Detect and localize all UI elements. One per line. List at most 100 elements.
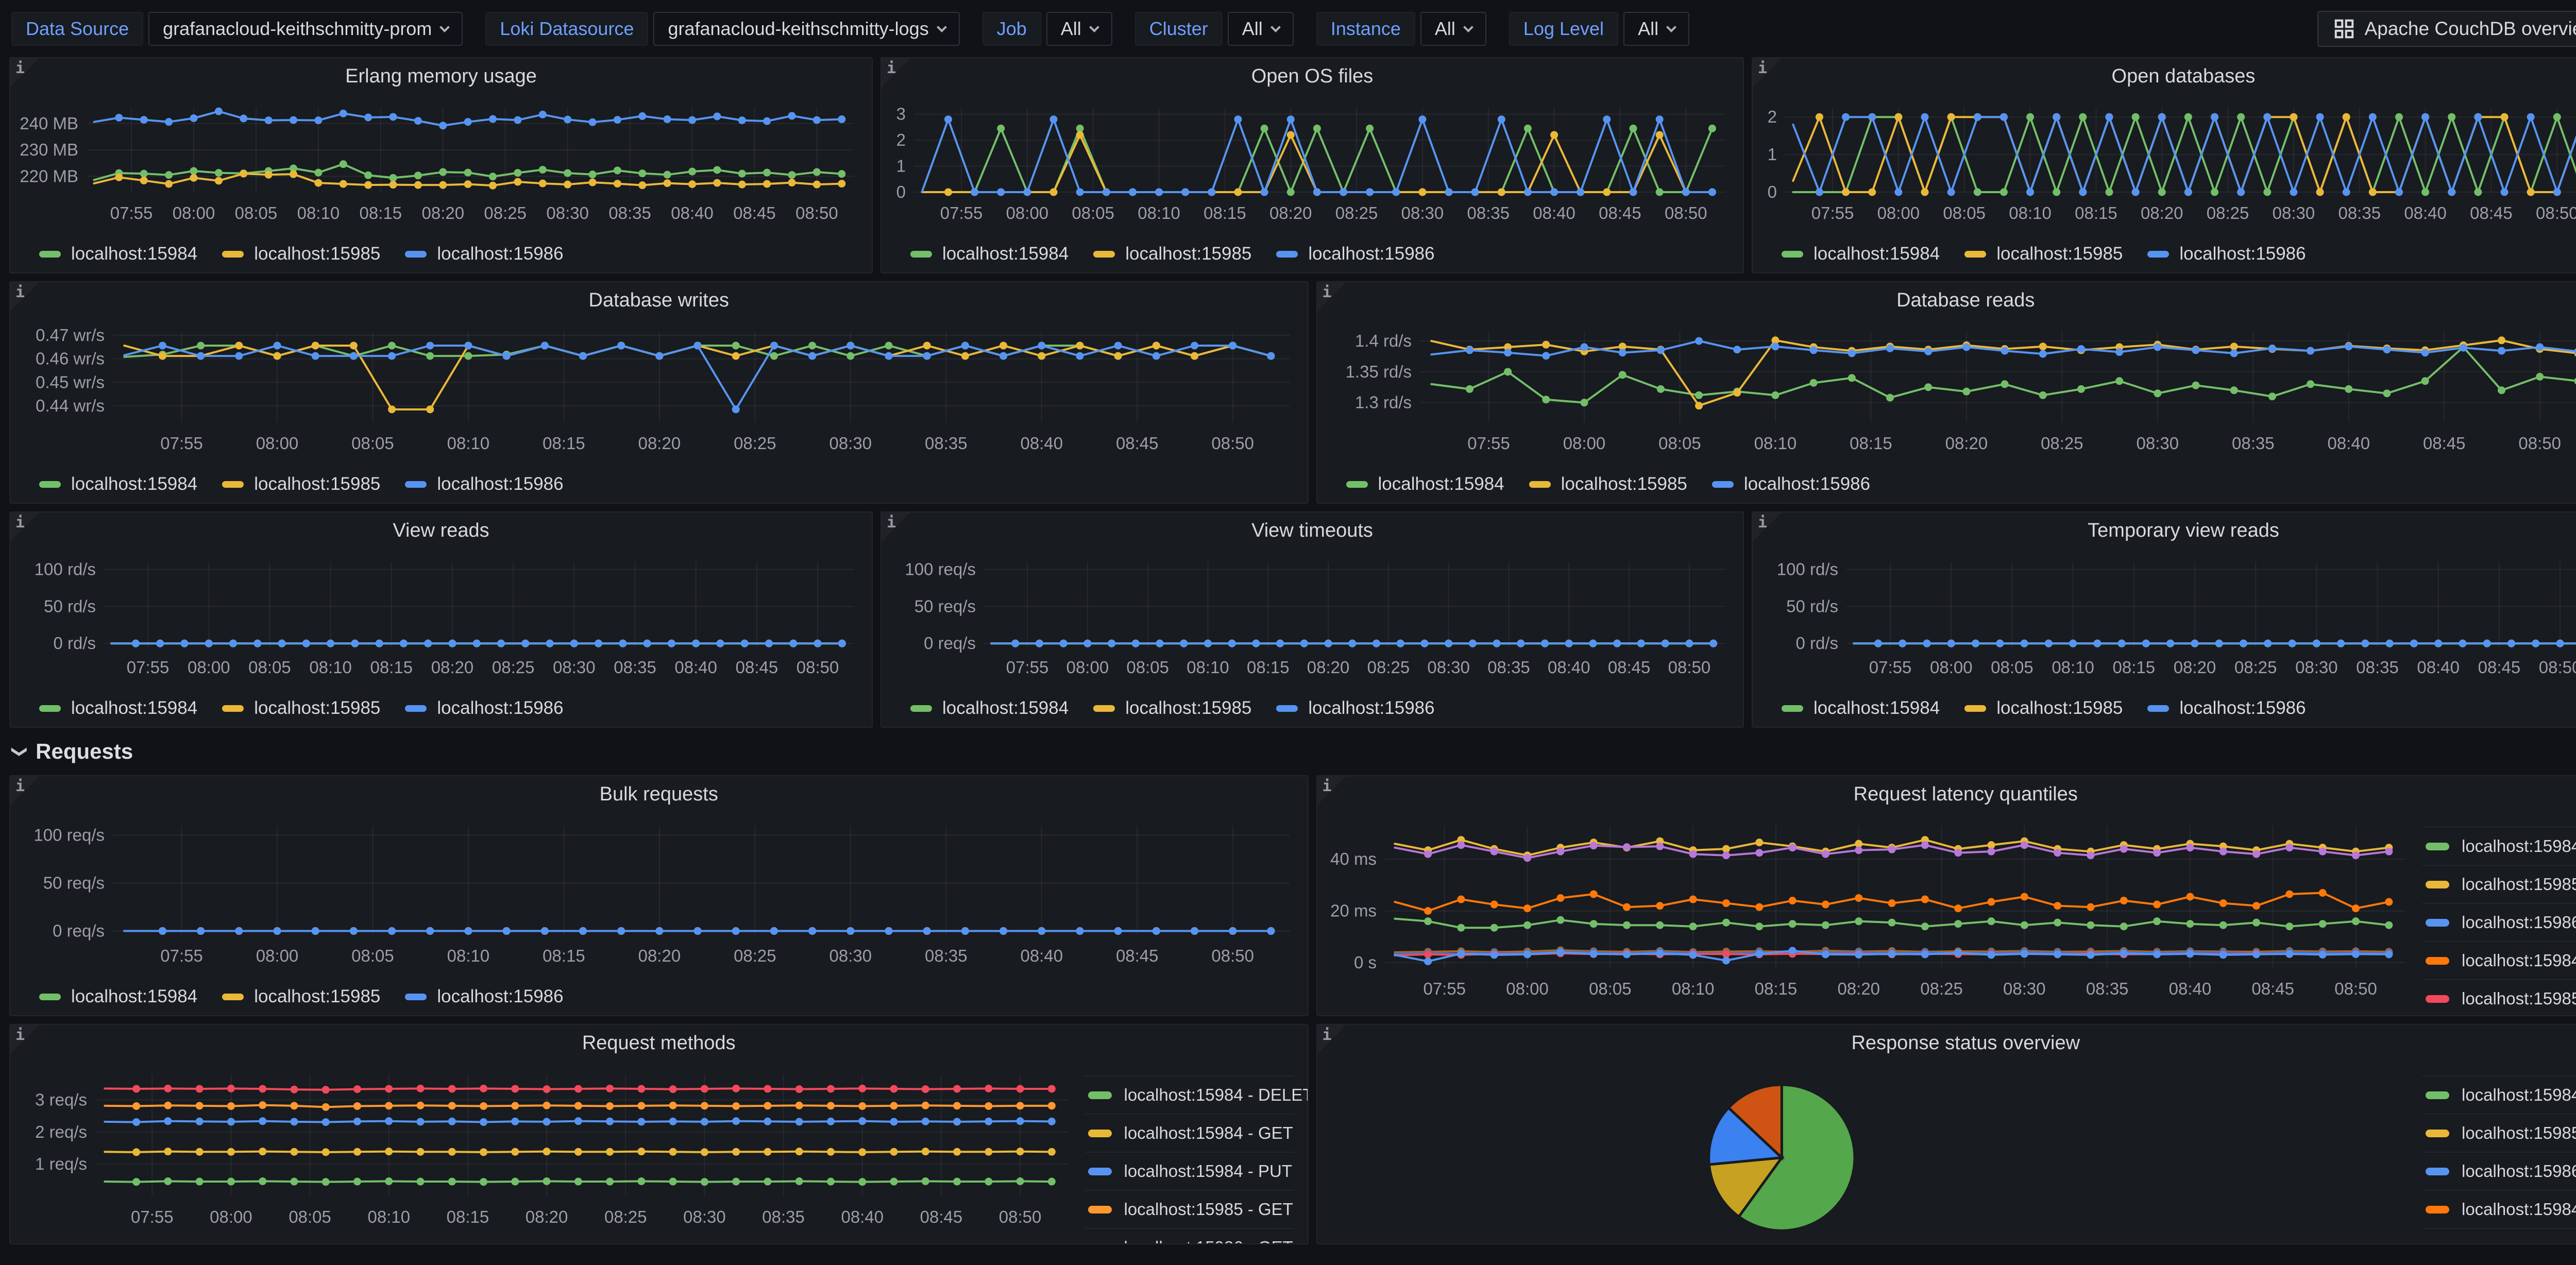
status-canvas [1317,1061,2423,1243]
request-methods-chart[interactable]: 07:5508:0008:0508:1008:1508:2008:2508:30… [10,1061,1085,1243]
legend-item[interactable]: localhost:15986 - p50 [2422,903,2576,941]
panel-title[interactable]: Request latency quantiles [1317,776,2576,812]
legend-item[interactable]: localhost:15984 - p75 [2422,941,2576,979]
legend-item[interactable]: localhost:15984 [39,986,197,1007]
database-writes-chart[interactable]: 07:5508:0008:0508:1008:1508:2008:2508:30… [10,318,1308,470]
svg-text:08:25: 08:25 [2041,434,2083,453]
legend-item[interactable]: localhost:15985 [1093,244,1251,264]
legend-item[interactable]: localhost:15984 [1782,244,1940,264]
legend-item[interactable]: localhost:15986 - 2xx [2422,1152,2576,1190]
info-icon[interactable]: i [10,1025,39,1054]
legend-item[interactable]: localhost:15986 [1712,474,1870,494]
panel-title[interactable]: Response status overview [1317,1025,2576,1061]
legend-item[interactable]: localhost:15985 [1529,474,1687,494]
info-icon[interactable]: i [1317,1025,1346,1054]
svg-text:08:00: 08:00 [1066,658,1109,677]
legend-item[interactable]: localhost:15984 [39,474,197,494]
job-select[interactable]: All [1046,12,1112,46]
legend-item[interactable]: localhost:15985 [1964,698,2123,719]
panel-title[interactable]: Erlang memory usage [10,58,872,94]
legend-item[interactable]: localhost:15986 [405,986,563,1007]
svg-text:07:55: 07:55 [160,946,203,965]
legend-item[interactable]: localhost:15986 [1276,244,1434,264]
legend-item[interactable]: localhost:15984 [910,244,1069,264]
panel-title[interactable]: Open databases [1753,58,2576,94]
legend-item[interactable]: localhost:15985 [1964,244,2123,264]
legend-item[interactable]: localhost:15985 [222,986,380,1007]
legend-item[interactable]: localhost:15985 [222,244,380,264]
open-os-files-chart[interactable]: 07:5508:0008:0508:1008:1508:2008:2508:30… [882,94,1743,240]
legend-item[interactable]: localhost:15984 - p50 [2422,827,2576,865]
panel-title[interactable]: View reads [10,512,872,549]
legend-item[interactable]: localhost:15984 [1782,698,1940,719]
info-icon[interactable]: i [1753,512,1782,541]
legend: localhost:15984 localhost:15985 localhost:… [1753,694,2576,727]
info-icon[interactable]: i [10,282,39,311]
legend-item[interactable]: localhost:15984 - 2xx [2422,1075,2576,1114]
legend-item[interactable]: localhost:15985 - 2xx [2422,1114,2576,1152]
legend-item[interactable]: localhost:15984 - GET [1085,1114,1294,1152]
info-icon[interactable]: i [882,58,910,87]
panel-title[interactable]: Bulk requests [10,776,1308,812]
legend-item[interactable]: localhost:15985 [1093,698,1251,719]
svg-text:08:30: 08:30 [553,658,596,677]
erlang-memory-chart[interactable]: 07:5508:0008:0508:1008:1508:2008:2508:30… [10,94,872,240]
legend-item[interactable]: localhost:15984 [39,244,197,264]
legend-swatch [1964,705,1986,712]
legend-item[interactable]: localhost:15986 [1276,698,1434,719]
legend-item[interactable]: localhost:15986 [2147,698,2306,719]
legend-item[interactable]: localhost:15984 [910,698,1069,719]
svg-text:08:25: 08:25 [484,203,527,223]
legend-item[interactable]: localhost:15986 [405,698,563,719]
cluster-select[interactable]: All [1228,12,1294,46]
instance-select[interactable]: All [1420,12,1486,46]
info-icon[interactable]: i [1753,58,1782,87]
view-timeouts-chart[interactable]: 07:5508:0008:0508:1008:1508:2008:2508:30… [882,549,1743,694]
info-icon[interactable]: i [1317,282,1346,311]
view-reads-chart[interactable]: 07:5508:0008:0508:1008:1508:2008:2508:30… [10,549,872,694]
legend-item[interactable]: localhost:15985 [222,698,380,719]
legend-item[interactable]: localhost:15984 [39,698,197,719]
bulk-requests-chart[interactable]: 07:5508:0008:0508:1008:1508:2008:2508:30… [10,812,1308,982]
legend-swatch [2426,1130,2449,1137]
legend-item[interactable]: localhost:15984 [1346,474,1504,494]
loki-datasource-select[interactable]: grafanacloud-keithschmitty-logs [653,12,959,46]
legend-label: localhost:15985 [254,698,380,719]
legend-swatch [2426,995,2449,1003]
legend-item[interactable]: localhost:15984 - DELETE [1085,1075,1294,1114]
legend-item[interactable]: localhost:15984 - PUT [1085,1152,1294,1190]
open-databases-chart[interactable]: 07:5508:0008:0508:1008:1508:2008:2508:30… [1753,94,2576,240]
panel-title[interactable]: View timeouts [882,512,1743,549]
legend-item[interactable]: localhost:15986 [405,474,563,494]
info-icon[interactable]: i [882,512,910,541]
legend-swatch [2426,957,2449,965]
panel-title[interactable]: Request methods [10,1025,1308,1061]
response-status-pie-chart[interactable] [1317,1061,2423,1243]
info-icon[interactable]: i [10,512,39,541]
temporary-view-reads-chart[interactable]: 07:5508:0008:0508:1008:1508:2008:2508:30… [1753,549,2576,694]
legend-item[interactable]: localhost:15985 [222,474,380,494]
legend: localhost:15984 localhost:15985 localhost:… [10,694,872,727]
log-level-select[interactable]: All [1623,12,1689,46]
panel-title[interactable]: Database writes [10,282,1308,318]
legend-label: localhost:15984 [942,244,1069,264]
panel-title[interactable]: Database reads [1317,282,2576,318]
legend-item[interactable]: localhost:15985 - p50 [2422,865,2576,903]
datasource-select[interactable]: grafanacloud-keithschmitty-prom [148,12,463,46]
info-icon[interactable]: i [1317,776,1346,805]
overview-dashboard-button[interactable]: Apache CouchDB overview [2317,11,2576,47]
requests-section-header[interactable]: ❯ Requests [9,736,2576,767]
legend-item[interactable]: localhost:15984 - 4xx [2422,1190,2576,1229]
panel-title[interactable]: Open OS files [882,58,1743,94]
info-icon[interactable]: i [10,58,39,87]
panel-title[interactable]: Temporary view reads [1753,512,2576,549]
panel-erlang-memory: i Erlang memory usage 07:5508:0008:0508:… [9,57,873,273]
legend-item[interactable]: localhost:15985 - p75 [2422,979,2576,1015]
legend-item[interactable]: localhost:15986 [2147,244,2306,264]
legend-item[interactable]: localhost:15986 - GET [1085,1228,1294,1243]
database-reads-chart[interactable]: 07:5508:0008:0508:1008:1508:2008:2508:30… [1317,318,2576,470]
info-icon[interactable]: i [10,776,39,805]
legend-item[interactable]: localhost:15985 - GET [1085,1190,1294,1228]
request-latency-chart[interactable]: 07:5508:0008:0508:1008:1508:2008:2508:30… [1317,812,2423,1015]
legend-item[interactable]: localhost:15986 [405,244,563,264]
